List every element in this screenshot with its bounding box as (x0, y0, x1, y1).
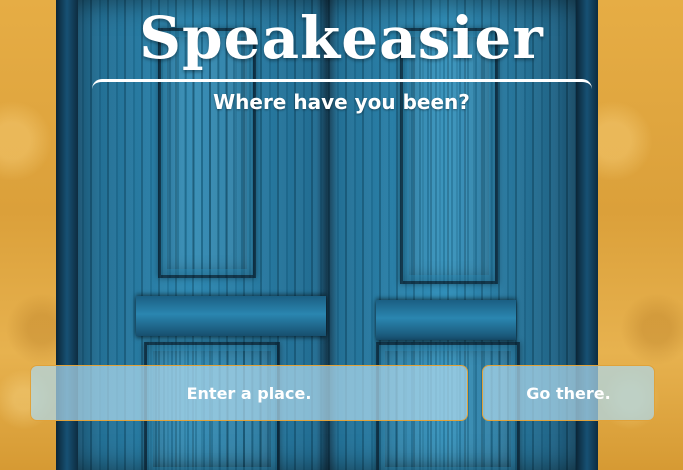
door-rail (376, 300, 516, 340)
door-rail (136, 296, 326, 336)
background-scene: Speakeasier Where have you been? Go ther… (0, 0, 683, 470)
go-there-button[interactable]: Go there. (482, 365, 655, 421)
app-title: Speakeasier (139, 4, 544, 72)
app-subtitle: Where have you been? (213, 90, 470, 114)
place-input[interactable] (30, 365, 468, 421)
